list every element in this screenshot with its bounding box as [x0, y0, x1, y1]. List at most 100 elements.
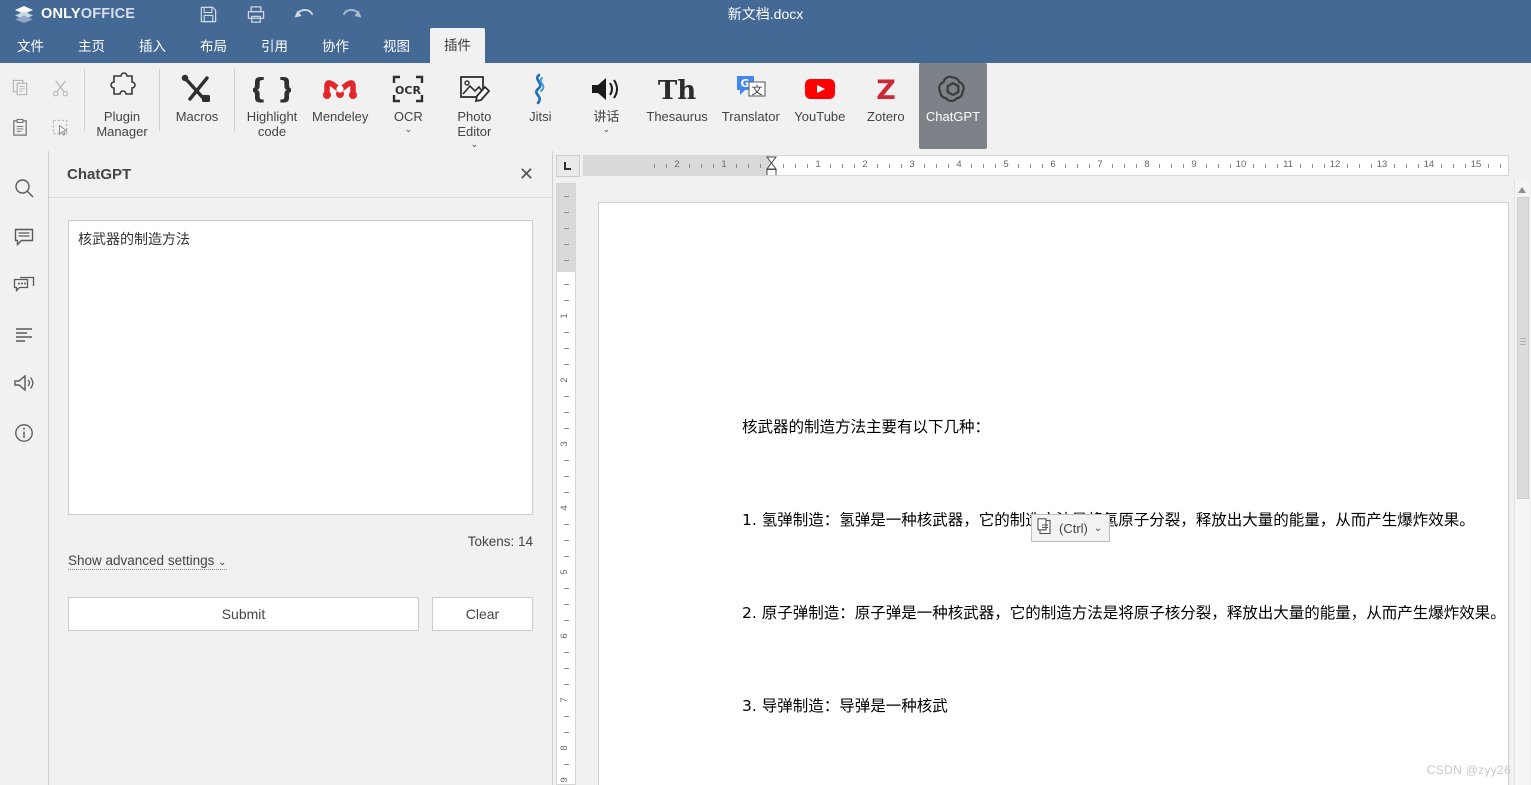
document-paragraph: 1. 氢弹制造：氢弹是一种核武器，它的制造方法是将氢原子分裂，释放出大量的能量，… — [742, 511, 1475, 529]
copy-icon[interactable] — [5, 72, 35, 102]
headings-icon[interactable] — [11, 322, 37, 348]
mendeley-icon — [319, 69, 361, 109]
plugin-photo-editor[interactable]: Photo Editor ⌄ — [441, 63, 507, 149]
plugin-label: Photo Editor — [457, 109, 492, 139]
vruler-number: 4 — [559, 505, 571, 511]
ruler-number: 14 — [1423, 159, 1435, 170]
puzzle-icon — [104, 69, 140, 109]
vertical-scrollbar[interactable] — [1514, 179, 1529, 785]
plugin-label: YouTube — [794, 109, 846, 124]
plugin-chatgpt[interactable]: ChatGPT — [918, 63, 988, 149]
advanced-settings-label: Show advanced settings — [68, 553, 215, 568]
clear-button[interactable]: Clear — [432, 597, 533, 631]
plugin-label: Mendeley — [312, 109, 369, 124]
ruler-number: 3 — [909, 159, 915, 170]
onlyoffice-window: ONLYOFFICE 新文档.docx 文件 主页 插入 布局 引用 协作 视图… — [0, 0, 1531, 785]
photo-editor-icon — [457, 69, 491, 109]
plugin-label: Zotero — [867, 109, 905, 124]
ruler-number: 2 — [862, 159, 868, 170]
horizontal-ruler[interactable]: 2 1 1 2 3 4 5 6 7 8 9 10 11 12 13 14 15 … — [583, 155, 1509, 176]
chat-icon[interactable] — [11, 273, 37, 299]
document-editor-area: 2 1 1 2 3 4 5 6 7 8 9 10 11 12 13 14 15 … — [553, 151, 1531, 785]
prompt-input[interactable] — [68, 220, 533, 515]
document-body[interactable]: 核武器的制造方法主要有以下几种： 1. 氢弹制造：氢弹是一种核武器，它的制造方法… — [742, 350, 1508, 785]
plugin-ocr[interactable]: OCR OCR ⌄ — [375, 63, 441, 149]
plugin-macros[interactable]: Macros — [164, 63, 230, 149]
undo-icon[interactable] — [293, 3, 315, 25]
svg-text:Z: Z — [876, 75, 896, 105]
tab-collaboration[interactable]: 协作 — [308, 29, 363, 63]
vruler-number: 2 — [559, 377, 571, 383]
print-icon[interactable] — [245, 3, 267, 25]
watermark: CSDN @zyy26 — [1426, 763, 1511, 777]
ruler-number: 2 — [674, 159, 680, 170]
paste-icon — [1037, 518, 1053, 538]
cut-icon[interactable] — [45, 72, 75, 102]
ribbon-separator — [84, 69, 85, 131]
tools-icon — [180, 69, 214, 109]
feedback-icon[interactable] — [11, 371, 37, 397]
submit-button[interactable]: Submit — [68, 597, 419, 631]
ruler-number: 7 — [1097, 159, 1103, 170]
chevron-down-icon[interactable]: ⌄ — [603, 125, 611, 134]
document-paragraph: 3. 导弹制造：导弹是一种核武 — [742, 697, 948, 715]
panel-title: ChatGPT — [67, 165, 132, 183]
left-sidebar-rail — [0, 151, 49, 785]
plugin-speech[interactable]: 讲话 ⌄ — [573, 63, 639, 149]
show-advanced-settings-toggle[interactable]: Show advanced settings ⌄ — [68, 553, 227, 570]
chevron-down-icon: ⌄ — [218, 557, 227, 568]
plugin-translator[interactable]: G 文 Translator — [715, 63, 787, 149]
close-icon[interactable]: ✕ — [519, 165, 534, 183]
app-logo[interactable]: ONLYOFFICE — [14, 5, 135, 23]
tab-home[interactable]: 主页 — [64, 29, 119, 63]
plugin-plugin-manager[interactable]: Plugin Manager — [89, 63, 155, 149]
ruler-number: 10 — [1235, 159, 1247, 170]
ruler-number: 15 — [1470, 159, 1482, 170]
ribbon-separator — [234, 69, 235, 131]
plugin-highlight-code[interactable]: { } Highlight code — [239, 63, 305, 149]
document-page[interactable]: 核武器的制造方法主要有以下几种： 1. 氢弹制造：氢弹是一种核武器，它的制造方法… — [598, 202, 1509, 785]
chevron-down-icon[interactable]: ⌄ — [405, 125, 413, 134]
select-all-icon[interactable] — [45, 112, 75, 142]
plugin-label: Thesaurus — [646, 109, 708, 124]
ruler-number: 12 — [1329, 159, 1341, 170]
plugin-jitsi[interactable]: Jitsi — [507, 63, 573, 149]
zotero-icon: Z — [871, 69, 901, 109]
vruler-number: 6 — [559, 633, 571, 639]
vertical-ruler[interactable]: 1 2 3 4 5 6 7 8 9 — [556, 183, 576, 785]
ruler-number: 8 — [1144, 159, 1150, 170]
tab-stop-selector[interactable] — [556, 155, 580, 177]
app-logo-text: ONLYOFFICE — [41, 6, 136, 22]
tab-insert[interactable]: 插入 — [125, 29, 180, 63]
scrollbar-thumb[interactable] — [1517, 197, 1529, 499]
youtube-icon — [800, 69, 840, 109]
plugin-label: 讲话 — [593, 109, 620, 124]
chevron-down-icon: ⌄ — [1093, 522, 1103, 534]
tab-plugins[interactable]: 插件 — [430, 28, 485, 63]
svg-text:Th: Th — [658, 76, 696, 105]
vruler-number: 7 — [559, 697, 571, 703]
save-icon[interactable] — [197, 3, 219, 25]
plugin-label: Jitsi — [529, 109, 552, 124]
comment-icon[interactable] — [11, 224, 37, 250]
indent-marker[interactable] — [766, 156, 777, 175]
tab-layout[interactable]: 布局 — [186, 29, 241, 63]
plugin-zotero[interactable]: Z Zotero — [853, 63, 919, 149]
plugin-thesaurus[interactable]: Th Thesaurus — [639, 63, 714, 149]
braces-icon: { } — [253, 69, 291, 109]
redo-icon[interactable] — [341, 3, 363, 25]
chevron-down-icon[interactable]: ⌄ — [471, 140, 479, 149]
vruler-number: 5 — [559, 569, 571, 575]
ruler-number: 1 — [815, 159, 821, 170]
tab-view[interactable]: 视图 — [369, 29, 424, 63]
plugin-mendeley[interactable]: Mendeley — [305, 63, 375, 149]
ruler-number: 4 — [956, 159, 962, 170]
chatgpt-icon — [936, 69, 970, 109]
tab-file[interactable]: 文件 — [3, 29, 58, 63]
tab-references[interactable]: 引用 — [247, 29, 302, 63]
plugin-youtube[interactable]: YouTube — [787, 63, 853, 149]
about-icon[interactable] — [11, 420, 37, 446]
paste-options-button[interactable]: (Ctrl) ⌄ — [1031, 514, 1111, 542]
paste-icon[interactable] — [5, 112, 35, 142]
search-icon[interactable] — [11, 175, 37, 201]
